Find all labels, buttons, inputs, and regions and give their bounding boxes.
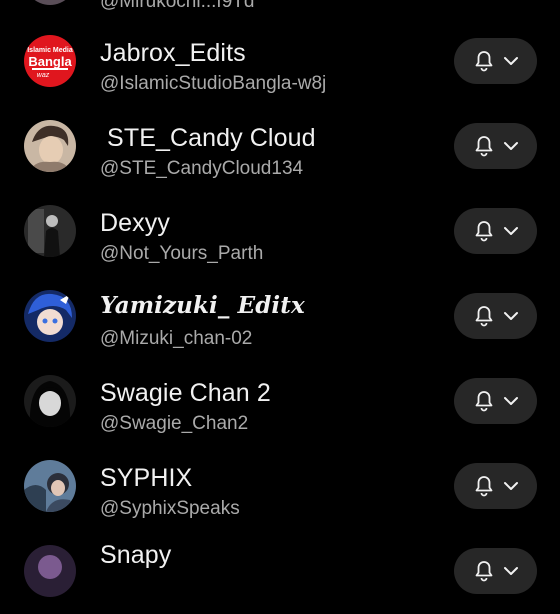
channel-handle: @Swagie_Chan2	[100, 413, 249, 434]
logo-text: waz	[37, 72, 50, 79]
bell-icon	[475, 476, 493, 497]
channel-handle: @Not_Yours_Parth	[100, 243, 264, 264]
bell-icon	[475, 51, 493, 72]
channel-handle: @Mizuki_chan-02	[100, 328, 253, 349]
notification-settings-button[interactable]	[454, 38, 537, 84]
channel-avatar[interactable]	[24, 460, 76, 512]
channel-name: Swagie Chan 2	[100, 379, 271, 407]
channel-row[interactable]: Yamizuki_ Editx @Mizuki_chan-02	[0, 274, 560, 359]
channel-avatar[interactable]	[24, 120, 76, 172]
subscriptions-list: @Mirukochi...f9Td Islamic Media Bangla w…	[0, 0, 560, 597]
channel-name: Jabrox_Edits	[100, 39, 246, 67]
channel-name: Snapy	[100, 541, 172, 569]
channel-name: SYPHIX	[100, 464, 193, 492]
channel-avatar[interactable]	[24, 375, 76, 427]
chevron-down-icon	[504, 567, 518, 575]
channel-row[interactable]: Snapy	[0, 529, 560, 614]
channel-row[interactable]: SYPHIX @SyphixSpeaks	[0, 444, 560, 529]
bell-icon	[475, 391, 493, 412]
chevron-down-icon	[504, 482, 518, 490]
bell-icon	[475, 561, 493, 582]
channel-name: Yamizuki_ Editx	[100, 292, 305, 319]
channel-row[interactable]: Dexyy @Not_Yours_Parth	[0, 189, 560, 274]
chevron-down-icon	[504, 397, 518, 405]
chevron-down-icon	[504, 312, 518, 320]
channel-avatar-islamic-media[interactable]: Islamic Media Bangla waz	[24, 35, 76, 87]
notification-settings-button[interactable]	[454, 123, 537, 169]
notification-settings-button[interactable]	[454, 463, 537, 509]
notification-settings-button[interactable]	[454, 208, 537, 254]
chevron-down-icon	[504, 227, 518, 235]
channel-row[interactable]: Islamic Media Bangla waz Jabrox_Edits @I…	[0, 19, 560, 104]
chevron-down-icon	[504, 142, 518, 150]
bell-icon	[475, 306, 493, 327]
channel-name: STE_Candy Cloud	[100, 124, 316, 152]
channel-handle: @IslamicStudioBangla-w8j	[100, 73, 327, 94]
channel-avatar[interactable]	[24, 205, 76, 257]
chevron-down-icon	[504, 57, 518, 65]
logo-text: Bangla	[28, 54, 72, 69]
notification-settings-button[interactable]	[454, 293, 537, 339]
notification-settings-button[interactable]	[454, 378, 537, 424]
channel-avatar[interactable]	[24, 290, 76, 342]
channel-handle: @STE_CandyCloud134	[100, 158, 304, 179]
channel-avatar[interactable]	[24, 545, 76, 597]
channel-name: Dexyy	[100, 209, 170, 237]
notification-settings-button[interactable]	[454, 548, 537, 594]
channel-handle: @Mirukochi...f9Td	[100, 0, 255, 12]
channel-avatar[interactable]	[24, 0, 76, 5]
channel-handle: @SyphixSpeaks	[100, 498, 240, 519]
bell-icon	[475, 136, 493, 157]
channel-row[interactable]: Swagie Chan 2 @Swagie_Chan2	[0, 359, 560, 444]
channel-row[interactable]: STE_Candy Cloud @STE_CandyCloud134	[0, 104, 560, 189]
bell-icon	[475, 221, 493, 242]
logo-text: Islamic Media	[27, 47, 73, 54]
